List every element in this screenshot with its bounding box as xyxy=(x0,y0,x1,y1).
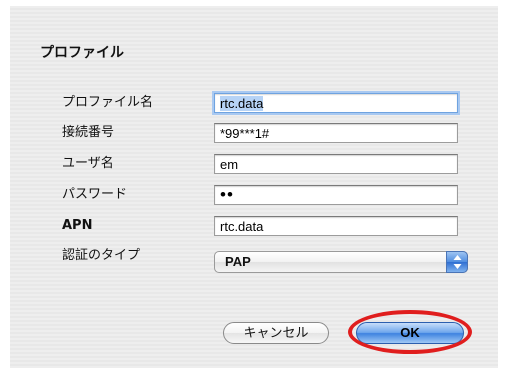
auth-type-value: PAP xyxy=(225,254,251,269)
auth-type-popup[interactable]: PAP xyxy=(214,251,468,273)
auth-type-label: 認証のタイプ xyxy=(62,248,141,263)
apn-label: APN xyxy=(62,218,93,233)
updown-arrows-icon xyxy=(446,251,468,273)
profile-name-field[interactable]: rtc.data xyxy=(214,93,458,113)
dial-number-field[interactable]: *99***1# xyxy=(214,123,458,143)
ok-button[interactable]: OK xyxy=(356,322,464,344)
section-title: プロファイル xyxy=(40,45,124,61)
dial-number-label: 接続番号 xyxy=(62,125,115,140)
cancel-button[interactable]: キャンセル xyxy=(223,322,329,344)
username-label: ユーザ名 xyxy=(62,156,114,171)
password-label: パスワード xyxy=(62,187,128,202)
profile-name-value: rtc.data xyxy=(220,96,264,111)
profile-name-label: プロファイル名 xyxy=(62,95,154,110)
password-field[interactable]: •• xyxy=(214,185,458,205)
apn-field[interactable]: rtc.data xyxy=(214,216,458,236)
username-field[interactable]: em xyxy=(214,154,458,174)
